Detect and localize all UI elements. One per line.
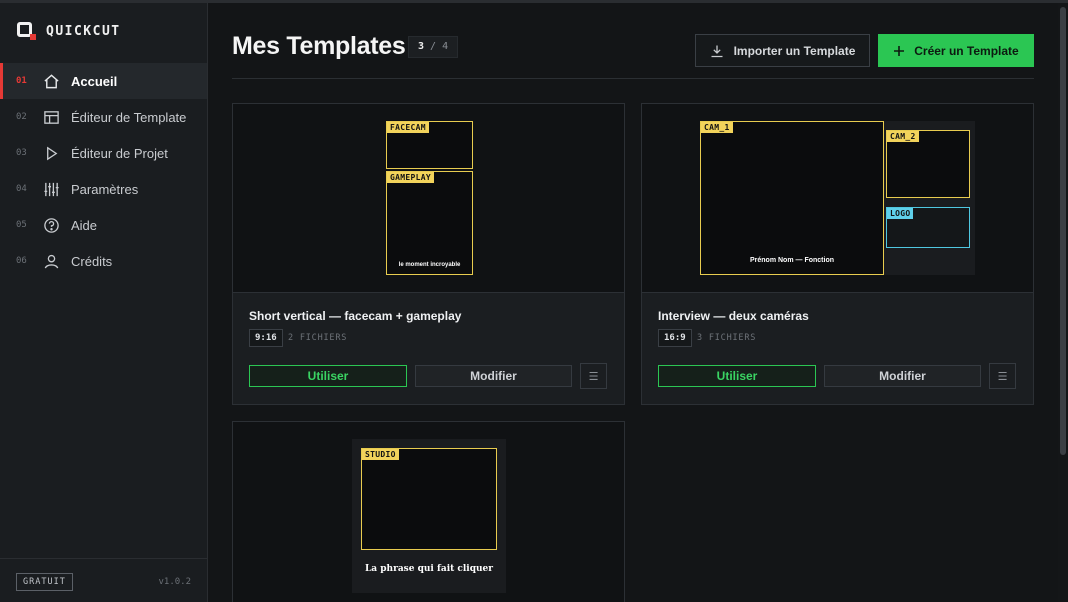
slot-label: CAM_1 xyxy=(701,122,733,133)
sidebar-item-label: Éditeur de Template xyxy=(71,109,187,125)
preview-slot: FACECAM xyxy=(386,121,473,169)
file-count: 3 FICHIERS xyxy=(697,333,757,343)
import-template-label: Importer un Template xyxy=(733,43,856,58)
preview-slot: CAM_2 xyxy=(886,130,970,198)
preview-slot: CAM_1 Prénom Nom — Fonction xyxy=(700,121,884,275)
use-template-button[interactable]: Utiliser xyxy=(249,365,407,387)
template-count-badge: 3 / 4 xyxy=(408,36,459,58)
sidebar-nav: 01 Accueil 02 Éditeur de Template 03 Édi… xyxy=(0,63,207,279)
sidebar-item-aide[interactable]: 05 Aide xyxy=(0,207,207,243)
sidebar-item-parametres[interactable]: 04 Paramètres xyxy=(0,171,207,207)
sidebar-item-label: Accueil xyxy=(71,73,118,89)
template-card[interactable]: STUDIO La phrase qui fait cliquer xyxy=(232,421,625,602)
version-label: v1.0.2 xyxy=(158,577,191,587)
sidebar-item-credits[interactable]: 06 Crédits xyxy=(0,243,207,279)
preview-slot-logo: LOGO xyxy=(886,207,970,248)
sidebar-item-label: Aide xyxy=(71,217,98,233)
slot-label: CAM_2 xyxy=(887,131,919,142)
sidebar-item-label: Paramètres xyxy=(71,181,139,197)
sidebar: QUICKCUT 01 Accueil 02 Éditeur de Templa… xyxy=(0,3,208,602)
edit-template-button[interactable]: Modifier xyxy=(824,365,981,387)
download-icon xyxy=(711,45,723,57)
more-menu-icon[interactable]: ☰ xyxy=(580,363,607,389)
sidebar-item-label: Crédits xyxy=(71,253,113,269)
preview-slot: GAMEPLAY le moment incroyable xyxy=(386,171,473,275)
template-preview: FACECAM GAMEPLAY le moment incroyable xyxy=(233,104,624,293)
sliders-icon xyxy=(42,180,60,198)
slot-label: FACECAM xyxy=(387,122,429,133)
nav-number: 04 xyxy=(16,184,27,194)
sidebar-item-editeur-projet[interactable]: 03 Éditeur de Projet xyxy=(0,135,207,171)
edit-template-button[interactable]: Modifier xyxy=(415,365,572,387)
aspect-ratio-badge: 16:9 xyxy=(658,329,692,347)
nav-number: 02 xyxy=(16,112,27,122)
nav-number: 03 xyxy=(16,148,27,158)
nav-number: 01 xyxy=(16,76,27,86)
create-template-label: Créer un Template xyxy=(914,43,1019,58)
nav-number: 05 xyxy=(16,220,27,230)
sidebar-item-accueil[interactable]: 01 Accueil xyxy=(0,63,207,99)
template-title: Short vertical — facecam + gameplay xyxy=(249,309,462,323)
user-icon xyxy=(42,252,60,270)
file-count: 2 FICHIERS xyxy=(288,333,348,343)
layout-icon xyxy=(42,108,60,126)
logo-icon xyxy=(16,21,36,41)
play-icon xyxy=(42,144,60,162)
template-preview: STUDIO La phrase qui fait cliquer xyxy=(233,422,624,602)
slot-label: LOGO xyxy=(887,208,914,219)
help-icon xyxy=(42,216,60,234)
main-content: Mes Templates 3 / 4 Importer un Template… xyxy=(208,3,1058,602)
count-separator: / xyxy=(424,41,443,52)
scrollbar-thumb[interactable] xyxy=(1060,7,1066,455)
sidebar-footer: GRATUIT v1.0.2 xyxy=(0,558,207,602)
slot-label: STUDIO xyxy=(362,449,399,460)
slot-label: GAMEPLAY xyxy=(387,172,434,183)
template-title: Interview — deux caméras xyxy=(658,309,809,323)
template-card[interactable]: FACECAM GAMEPLAY le moment incroyable Sh… xyxy=(232,103,625,405)
preview-caption: Prénom Nom — Fonction xyxy=(750,257,834,264)
plus-icon xyxy=(894,45,905,56)
app-name: QUICKCUT xyxy=(46,23,121,39)
preview-caption: La phrase qui fait cliquer xyxy=(364,564,494,574)
header-divider xyxy=(232,78,1034,79)
template-preview: CAM_1 Prénom Nom — Fonction CAM_2 LOGO xyxy=(642,104,1033,293)
count-total: 4 xyxy=(442,41,449,52)
more-menu-icon[interactable]: ☰ xyxy=(989,363,1016,389)
scrollbar[interactable] xyxy=(1058,3,1068,602)
sidebar-item-label: Éditeur de Projet xyxy=(71,145,168,161)
import-template-button[interactable]: Importer un Template xyxy=(695,34,870,67)
preview-caption: le moment incroyable xyxy=(398,262,461,268)
preview-slot: STUDIO xyxy=(361,448,497,550)
page-title: Mes Templates xyxy=(232,32,406,60)
home-icon xyxy=(42,72,60,90)
template-card[interactable]: CAM_1 Prénom Nom — Fonction CAM_2 LOGO I… xyxy=(641,103,1034,405)
app-logo[interactable]: QUICKCUT xyxy=(16,21,121,41)
use-template-button[interactable]: Utiliser xyxy=(658,365,816,387)
nav-number: 06 xyxy=(16,256,27,266)
create-template-button[interactable]: Créer un Template xyxy=(878,34,1034,67)
plan-badge[interactable]: GRATUIT xyxy=(16,573,73,591)
sidebar-item-editeur-template[interactable]: 02 Éditeur de Template xyxy=(0,99,207,135)
aspect-ratio-badge: 9:16 xyxy=(249,329,283,347)
